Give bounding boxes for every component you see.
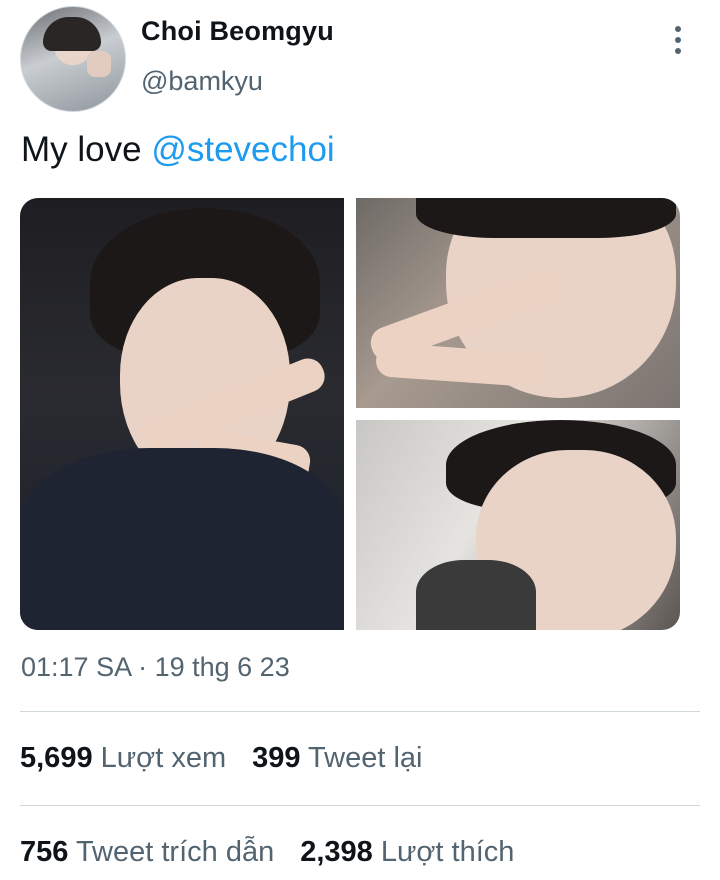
photo-shirt: [416, 560, 536, 630]
divider: [20, 805, 700, 806]
more-vertical-icon: [675, 26, 681, 32]
tweet-body-text: My love: [21, 130, 152, 169]
more-dot: [675, 37, 681, 43]
more-dot: [675, 48, 681, 54]
views-count: 5,699: [20, 742, 93, 774]
photo-hair: [416, 198, 676, 238]
photo-3[interactable]: [356, 420, 680, 630]
avatar-hair-shape: [43, 17, 101, 51]
views-stat[interactable]: 5,699 Lượt xem: [20, 742, 226, 775]
photo-1[interactable]: [20, 198, 344, 630]
photo-2[interactable]: [356, 198, 680, 408]
avatar-hand-shape: [87, 51, 111, 77]
tweet-text: My love @stevechoi: [21, 130, 335, 170]
mention-link[interactable]: @stevechoi: [151, 130, 334, 169]
stats-row-1: 5,699 Lượt xem 399 Tweet lại: [20, 742, 423, 775]
quote-tweets-label: Tweet trích dẫn: [75, 836, 275, 868]
likes-stat[interactable]: 2,398 Lượt thích: [300, 836, 514, 869]
author-name[interactable]: Choi Beomgyu: [141, 16, 334, 47]
quote-tweets-count: 756: [20, 836, 69, 868]
retweets-label: Tweet lại: [308, 742, 423, 774]
likes-label: Lượt thích: [380, 836, 515, 868]
more-options-button[interactable]: [664, 22, 692, 58]
likes-count: 2,398: [300, 836, 373, 868]
stats-row-2: 756 Tweet trích dẫn 2,398 Lượt thích: [20, 836, 514, 869]
divider: [20, 711, 700, 712]
author-handle[interactable]: @bamkyu: [141, 66, 263, 97]
retweets-count: 399: [252, 742, 301, 774]
media-grid: [20, 198, 680, 630]
photo-shirt: [20, 448, 344, 630]
quote-tweets-stat[interactable]: 756 Tweet trích dẫn: [20, 836, 274, 869]
retweets-stat[interactable]: 399 Tweet lại: [252, 742, 422, 775]
views-label: Lượt xem: [100, 742, 227, 774]
author-avatar[interactable]: [20, 6, 126, 112]
tweet-timestamp[interactable]: 01:17 SA · 19 thg 6 23: [21, 652, 290, 683]
